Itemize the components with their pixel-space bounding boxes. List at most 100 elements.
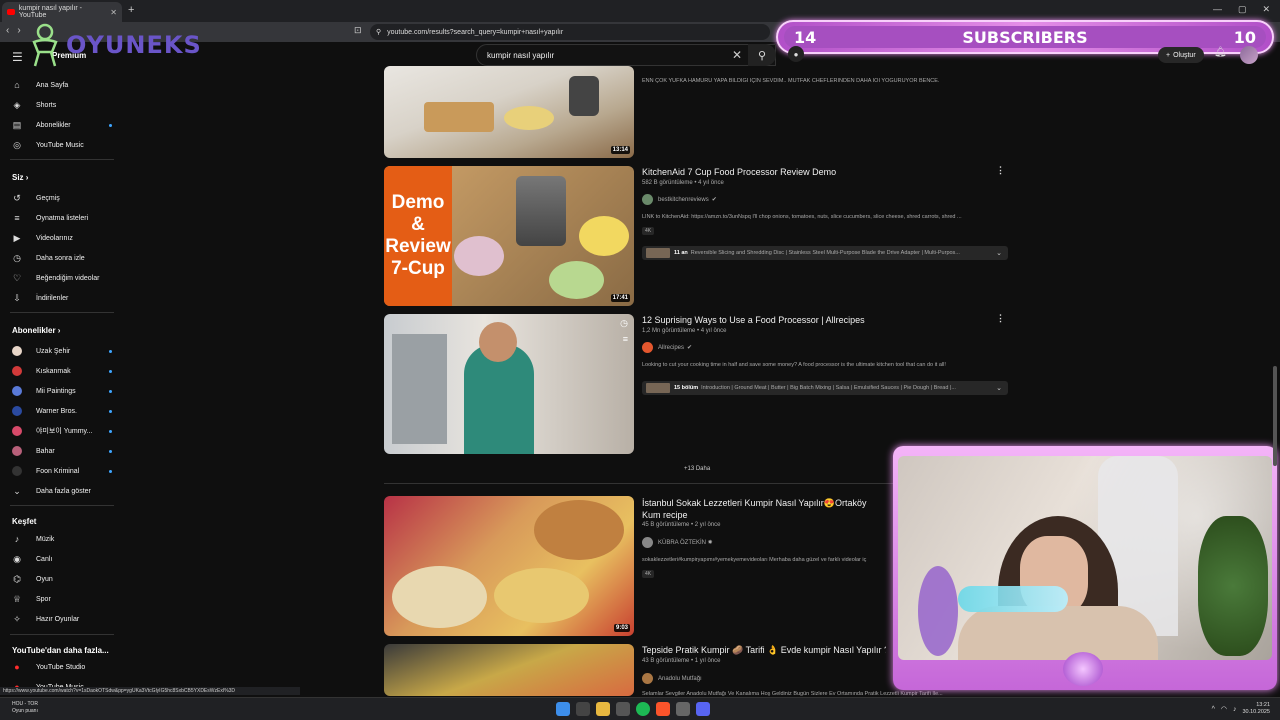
show-more-button[interactable]: ⌄ Daha fazla göster (12, 486, 112, 496)
channel-link[interactable]: bestkitchenreviews ✔ (642, 194, 717, 205)
new-content-dot (109, 123, 112, 127)
spotify-icon[interactable] (636, 702, 650, 716)
bookmark-icon[interactable]: ⊡ (354, 25, 362, 36)
sidebar-explore-header: Keşfet (12, 517, 37, 526)
chevron-down-icon[interactable]: ⌄ (996, 384, 1002, 392)
sidebar-subscription-item[interactable]: Kıskanmak (12, 366, 112, 376)
page-scrollbar[interactable] (1272, 66, 1278, 686)
taskbar-apps (556, 702, 710, 716)
add-to-queue-icon[interactable]: ≡ (623, 334, 628, 344)
sidebar-item-history[interactable]: ↺ Geçmiş (12, 193, 112, 203)
file-explorer-icon[interactable] (596, 702, 610, 716)
search-value: kumpir nasıl yapılır (487, 50, 555, 60)
watch-later-icon[interactable]: ◷ (620, 318, 628, 329)
avatar[interactable] (1240, 46, 1258, 64)
tray-chevron-icon[interactable]: ^ (1212, 706, 1215, 713)
subscriber-label: SUBSCRIBERS (962, 27, 1088, 47)
app-icon[interactable] (676, 702, 690, 716)
search-button[interactable]: ⚲ (748, 44, 776, 66)
sidebar-item-live[interactable]: ◉ Canlı (12, 554, 112, 564)
kumpir-shape (494, 568, 589, 623)
video-thumbnail[interactable]: 13:14 (384, 66, 634, 158)
video-title[interactable]: Tepside Pratik Kumpir 🥔 Tarifi 👌 Evde ku… (642, 645, 886, 656)
notifications-bell-icon[interactable]: 🔔︎ (1214, 47, 1227, 58)
chevron-down-icon[interactable]: ⌄ (996, 249, 1002, 257)
subscriptions-icon: ▤ (12, 120, 22, 130)
start-icon[interactable] (556, 702, 570, 716)
channel-link[interactable]: Anadolu Mutfağı (642, 673, 702, 684)
sidebar-subscriptions-header[interactable]: Abonelikler › (12, 326, 60, 335)
browser-tab[interactable]: kumpir nasıl yapılır - YouTube ✕ (2, 2, 122, 22)
hamburger-menu-icon[interactable]: ☰ (12, 50, 23, 64)
brave-icon[interactable] (656, 702, 670, 716)
address-bar[interactable]: ⚲ youtube.com/results?search_query=kumpi… (370, 24, 770, 40)
video-thumbnail[interactable]: Demo & Review 7-Cup 17:41 (384, 166, 634, 306)
sidebar-subscription-item[interactable]: Warner Bros. (12, 406, 112, 416)
sidebar-item-playables[interactable]: ✧ Hazır Oyunlar (12, 614, 112, 624)
search-input[interactable]: kumpir nasıl yapılır (476, 44, 776, 66)
sidebar-you-header[interactable]: Siz › (12, 173, 28, 182)
sidebar-item-gaming[interactable]: ⌬ Oyun (12, 574, 112, 584)
create-button[interactable]: + Oluştur (1158, 47, 1204, 63)
music-icon: ◎ (13, 140, 21, 150)
sidebar-subscription-item[interactable]: Uzak Şehir (12, 346, 112, 356)
kumpir-shape (392, 566, 487, 628)
microphone-icon[interactable]: ● (788, 46, 804, 62)
video-title[interactable]: KitchenAid 7 Cup Food Processor Review D… (642, 167, 836, 177)
channel-name: KÜBRA ÖZTEKİN ✸ (658, 540, 713, 546)
new-content-dot (109, 449, 112, 453)
sidebar-item-watch-later[interactable]: ◷ Daha sonra izle (12, 253, 112, 263)
sidebar-item-youtube-music[interactable]: ◎ YouTube Music (12, 140, 112, 150)
back-icon[interactable]: ‹ (6, 25, 9, 36)
sidebar-item-liked-videos[interactable]: ♡ Beğendiğim videolar (12, 273, 112, 283)
sidebar-subscription-item[interactable]: 야미보이 Yummy... (12, 426, 112, 436)
video-thumbnail[interactable]: ◷ ≡ (384, 314, 634, 454)
sidebar-item-playlists[interactable]: ≡ Oynatma listeleri (12, 213, 112, 223)
clear-search-icon[interactable]: ✕ (732, 48, 742, 62)
food-board (424, 102, 494, 132)
channel-avatar (642, 342, 653, 353)
sidebar-item-downloads[interactable]: ⇩ İndirilenler (12, 293, 112, 303)
sidebar-item-music[interactable]: ♪ Müzik (12, 534, 112, 544)
video-thumbnail[interactable]: 9:03 (384, 496, 634, 636)
sidebar-subscription-item[interactable]: Bahar (12, 446, 112, 456)
taskbar-widget[interactable]: HOU - TOR Oyun puanı (12, 701, 38, 715)
scrollbar-thumb[interactable] (1273, 366, 1277, 466)
site-settings-icon[interactable]: ⚲ (376, 28, 381, 36)
wifi-icon[interactable]: ◠ (1221, 705, 1227, 713)
video-title[interactable]: İstanbul Sokak Lezzetleri Kumpir Nasıl Y… (642, 497, 886, 521)
chapters-row[interactable]: 15 bölüm Introduction | Ground Meat | But… (642, 381, 1008, 395)
sidebar-item-sports[interactable]: ♕ Spor (12, 594, 112, 604)
show-more-results-button[interactable]: +13 Daha (684, 466, 710, 472)
clock[interactable]: 13:21 30.10.2025 (1242, 702, 1270, 716)
restore-icon[interactable]: ▢ (1238, 4, 1247, 15)
tab-close-icon[interactable]: ✕ (110, 8, 117, 17)
new-tab-icon[interactable]: + (128, 4, 134, 16)
sidebar-item-your-videos[interactable]: ▶ Videolarınız (12, 233, 112, 243)
discord-icon[interactable] (696, 702, 710, 716)
obs-icon[interactable] (616, 702, 630, 716)
channel-avatar (12, 346, 22, 356)
more-options-icon[interactable]: ⋮ (996, 313, 1005, 324)
sidebar-item-home[interactable]: ⌂ Ana Sayfa (12, 80, 112, 90)
video-title[interactable]: 12 Suprising Ways to Use a Food Processo… (642, 315, 865, 325)
forward-icon[interactable]: › (17, 25, 20, 36)
more-options-icon[interactable]: ⋮ (996, 165, 1005, 176)
sidebar-item-shorts[interactable]: ◈ Shorts (12, 100, 112, 110)
sidebar-subscription-item[interactable]: Foon Kriminal (12, 466, 112, 476)
thumbnail-text-panel: Demo & Review 7-Cup (384, 166, 452, 306)
sidebar-item-youtube-studio[interactable]: ● YouTube Studio (12, 662, 112, 672)
sidebar-subscription-item[interactable]: Mii Paintings (12, 386, 112, 396)
channel-link[interactable]: KÜBRA ÖZTEKİN ✸ (642, 537, 713, 548)
sidebar-item-subscriptions[interactable]: ▤ Abonelikler (12, 120, 112, 130)
close-window-icon[interactable]: ✕ (1262, 4, 1270, 15)
channel-link[interactable]: Allrecipes ✔ (642, 342, 692, 353)
task-view-icon[interactable] (576, 702, 590, 716)
minimize-icon[interactable]: — (1213, 4, 1222, 15)
video-thumbnail[interactable] (384, 644, 634, 696)
new-content-dot (109, 469, 112, 473)
chapters-row[interactable]: 11 an Reversible Slicing and Shredding Di… (642, 246, 1008, 260)
sidebar-divider (10, 634, 114, 635)
volume-icon[interactable]: ♪ (1233, 706, 1237, 713)
sidebar-item-label: Videolarınız (36, 234, 73, 242)
